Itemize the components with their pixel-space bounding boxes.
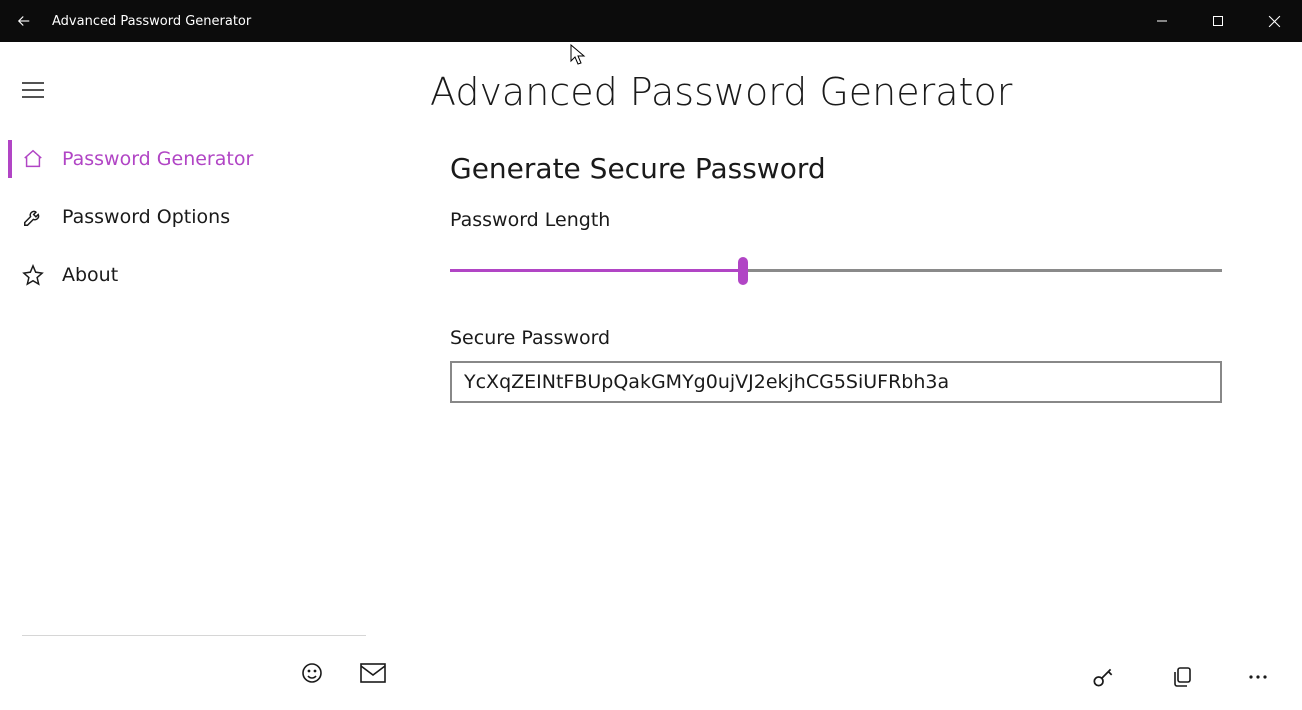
close-icon <box>1268 15 1281 28</box>
maximize-icon <box>1212 15 1224 27</box>
arrow-left-icon <box>15 12 33 30</box>
length-slider[interactable] <box>450 259 1222 283</box>
hamburger-icon <box>22 82 44 98</box>
output-label: Secure Password <box>450 327 1222 349</box>
minimize-icon <box>1156 15 1168 27</box>
sidebar-item-about[interactable]: About <box>0 246 388 304</box>
slider-fill <box>450 269 743 272</box>
maximize-button[interactable] <box>1190 0 1246 42</box>
mail-icon <box>360 663 386 683</box>
key-button[interactable] <box>1090 664 1116 690</box>
nav-list: Password Generator Password Options Abou… <box>0 130 388 635</box>
length-label: Password Length <box>450 209 1222 231</box>
copy-button[interactable] <box>1170 665 1194 689</box>
window-title: Advanced Password Generator <box>52 14 251 29</box>
minimize-button[interactable] <box>1134 0 1190 42</box>
sidebar-item-label: Password Options <box>62 206 230 228</box>
home-icon <box>22 148 44 170</box>
back-button[interactable] <box>0 0 48 42</box>
password-output[interactable]: YcXqZEINtFBUpQakGMYg0ujVJ2ekjhCG5SiUFRbh… <box>450 361 1222 403</box>
mail-button[interactable] <box>360 663 386 683</box>
more-button[interactable] <box>1248 674 1268 680</box>
close-button[interactable] <box>1246 0 1302 42</box>
star-icon <box>22 264 44 286</box>
sidebar-item-password-generator[interactable]: Password Generator <box>0 130 388 188</box>
more-icon <box>1248 674 1268 680</box>
smiley-icon <box>300 661 324 685</box>
slider-thumb[interactable] <box>738 257 748 285</box>
wrench-icon <box>22 206 44 228</box>
emoji-button[interactable] <box>300 661 324 685</box>
generate-section: Generate Secure Password Password Length… <box>450 152 1222 403</box>
window-controls <box>1134 0 1302 42</box>
sidebar-item-label: Password Generator <box>62 148 253 170</box>
copy-icon <box>1170 665 1194 689</box>
key-icon <box>1090 664 1116 690</box>
main-content: Advanced Password Generator Generate Sec… <box>388 42 1302 710</box>
section-title: Generate Secure Password <box>450 152 1222 185</box>
sidebar-footer <box>0 636 388 710</box>
page-title: Advanced Password Generator <box>430 70 1302 114</box>
command-bar <box>1090 664 1268 690</box>
title-bar: Advanced Password Generator <box>0 0 1302 42</box>
hamburger-button[interactable] <box>0 66 388 114</box>
sidebar-item-label: About <box>62 264 118 286</box>
sidebar-item-password-options[interactable]: Password Options <box>0 188 388 246</box>
sidebar: Password Generator Password Options Abou… <box>0 42 388 710</box>
